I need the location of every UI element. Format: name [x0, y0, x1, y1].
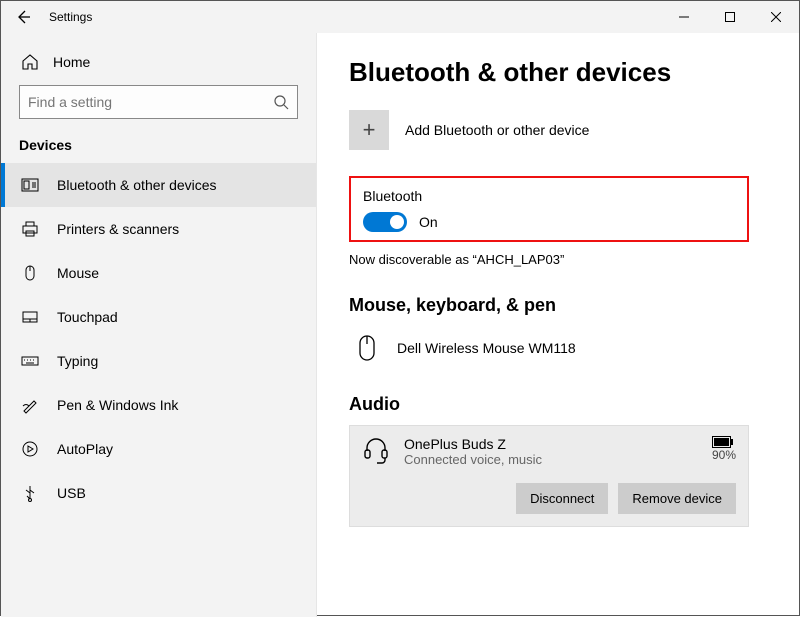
sidebar-item-label: Touchpad	[57, 309, 118, 325]
page-title: Bluetooth & other devices	[349, 57, 791, 88]
sidebar: Home Devices Bluetooth & other devices P…	[1, 33, 317, 617]
usb-icon	[21, 484, 39, 502]
mouse-device-name: Dell Wireless Mouse WM118	[397, 340, 576, 356]
mouse-icon	[21, 264, 39, 282]
touchpad-icon	[21, 308, 39, 326]
bluetooth-toggle-state: On	[419, 214, 438, 230]
titlebar: Settings	[1, 1, 799, 33]
sidebar-item-label: Bluetooth & other devices	[57, 177, 217, 193]
home-icon	[21, 53, 39, 71]
audio-device-card[interactable]: OnePlus Buds Z Connected voice, music 90…	[349, 425, 749, 527]
add-device-label: Add Bluetooth or other device	[405, 122, 589, 138]
autoplay-icon	[21, 440, 39, 458]
search-box[interactable]	[19, 85, 298, 119]
plus-icon: +	[349, 110, 389, 150]
bluetooth-header: Bluetooth	[363, 188, 735, 204]
sidebar-item-touchpad[interactable]: Touchpad	[1, 295, 316, 339]
sidebar-item-bluetooth[interactable]: Bluetooth & other devices	[1, 163, 316, 207]
bluetooth-toggle[interactable]	[363, 212, 407, 232]
back-button[interactable]	[1, 1, 45, 33]
mouse-device-icon	[356, 334, 378, 362]
sidebar-item-label: Pen & Windows Ink	[57, 397, 178, 413]
disconnect-button[interactable]: Disconnect	[516, 483, 608, 514]
sidebar-item-pen[interactable]: Pen & Windows Ink	[1, 383, 316, 427]
maximize-button[interactable]	[707, 1, 753, 33]
sidebar-item-typing[interactable]: Typing	[1, 339, 316, 383]
headset-icon	[362, 436, 390, 464]
battery-percent: 90%	[712, 448, 736, 462]
window-title: Settings	[45, 10, 92, 24]
group-mouse-title: Mouse, keyboard, & pen	[349, 295, 791, 316]
sidebar-item-label: USB	[57, 485, 86, 501]
close-button[interactable]	[753, 1, 799, 33]
maximize-icon	[725, 12, 735, 22]
audio-device-name: OnePlus Buds Z	[404, 436, 698, 452]
bluetooth-highlight: Bluetooth On	[349, 176, 749, 242]
printer-icon	[21, 220, 39, 238]
sidebar-item-printers[interactable]: Printers & scanners	[1, 207, 316, 251]
back-arrow-icon	[15, 9, 31, 25]
remove-device-button[interactable]: Remove device	[618, 483, 736, 514]
close-icon	[771, 12, 781, 22]
bluetooth-icon	[21, 176, 39, 194]
sidebar-item-usb[interactable]: USB	[1, 471, 316, 515]
search-input[interactable]	[28, 94, 273, 110]
sidebar-item-autoplay[interactable]: AutoPlay	[1, 427, 316, 471]
sidebar-item-label: Typing	[57, 353, 98, 369]
device-row-mouse[interactable]: Dell Wireless Mouse WM118	[349, 326, 791, 380]
pen-icon	[21, 396, 39, 414]
battery-icon	[712, 436, 734, 448]
main-content: Bluetooth & other devices + Add Bluetoot…	[317, 33, 799, 617]
keyboard-icon	[21, 352, 39, 370]
sidebar-item-label: Mouse	[57, 265, 99, 281]
search-icon	[273, 94, 289, 110]
sidebar-item-label: Printers & scanners	[57, 221, 179, 237]
group-audio-title: Audio	[349, 394, 791, 415]
minimize-icon	[679, 12, 689, 22]
home-link[interactable]: Home	[1, 47, 316, 85]
audio-device-status: Connected voice, music	[404, 452, 698, 467]
sidebar-item-label: AutoPlay	[57, 441, 113, 457]
minimize-button[interactable]	[661, 1, 707, 33]
sidebar-item-mouse[interactable]: Mouse	[1, 251, 316, 295]
discoverable-text: Now discoverable as “AHCH_LAP03”	[349, 252, 791, 267]
home-label: Home	[53, 54, 90, 70]
add-device-button[interactable]: + Add Bluetooth or other device	[349, 110, 791, 150]
sidebar-section-header: Devices	[1, 133, 316, 163]
